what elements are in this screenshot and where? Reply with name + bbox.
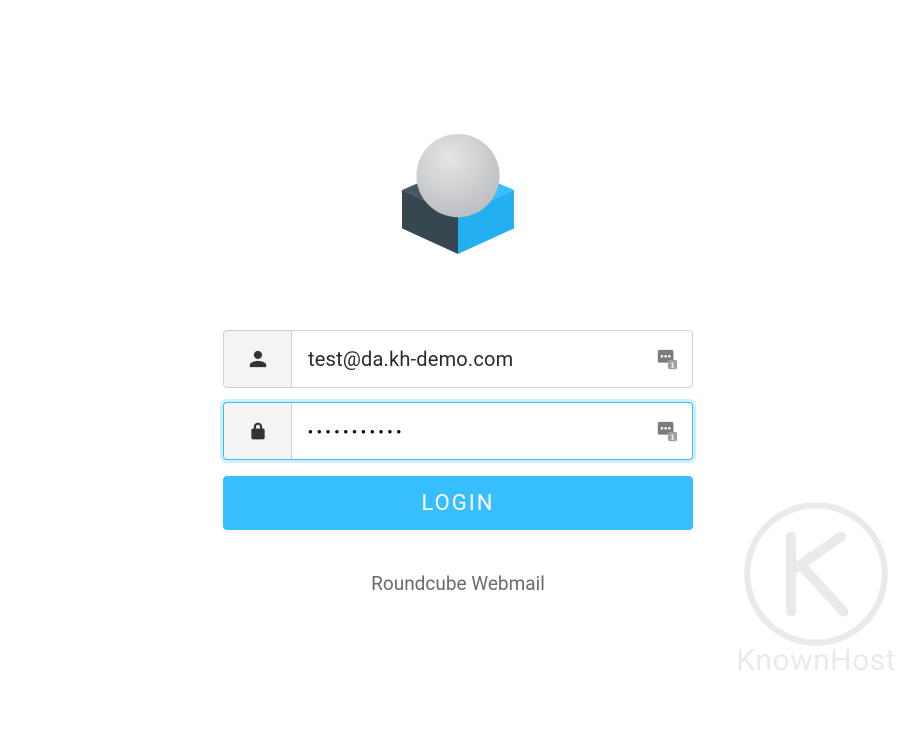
username-input[interactable]: [308, 347, 676, 371]
svg-text:1: 1: [670, 432, 674, 441]
lock-icon: [248, 421, 268, 441]
watermark-brand-text: KnownHost: [736, 643, 896, 678]
password-row: 1: [223, 402, 693, 460]
user-icon: [248, 349, 268, 369]
knownhost-logo-icon: [741, 499, 891, 649]
credential-manager-icon[interactable]: 1: [656, 420, 678, 442]
product-label: Roundcube Webmail: [223, 572, 693, 595]
username-row: 1: [223, 330, 693, 388]
login-container: 1 1: [223, 110, 693, 595]
credential-manager-icon[interactable]: 1: [656, 348, 678, 370]
lock-icon-addon: [224, 403, 292, 459]
watermark: KnownHost: [736, 499, 896, 678]
app-logo: [378, 110, 538, 270]
svg-text:1: 1: [670, 360, 674, 369]
login-form: 1 1: [223, 330, 693, 595]
password-input[interactable]: [308, 427, 676, 436]
roundcube-logo-icon: [378, 110, 538, 270]
user-icon-addon: [224, 331, 292, 387]
login-button[interactable]: LOGIN: [223, 476, 693, 530]
